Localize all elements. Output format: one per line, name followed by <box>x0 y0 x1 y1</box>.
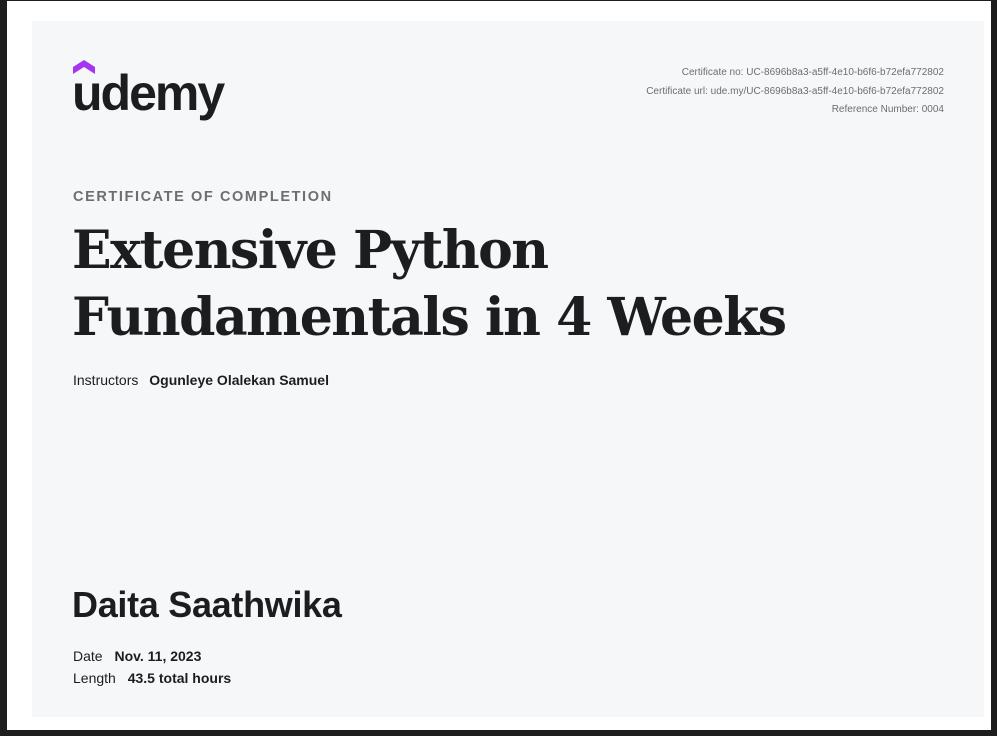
certificate-number: Certificate no: UC-8696b8a3-a5ff-4e10-b6… <box>681 67 944 78</box>
date-row: Date Nov. 11, 2023 <box>73 648 201 664</box>
length-label: Length <box>73 670 116 686</box>
instructors: Instructors Ogunleye Olalekan Samuel <box>73 372 329 388</box>
certificate-kicker: CERTIFICATE OF COMPLETION <box>73 189 333 205</box>
document-frame: udemy Certificate no: UC-8696b8a3-a5ff-4… <box>0 0 997 736</box>
course-title-line-1: Extensive Python <box>72 220 549 281</box>
instructors-label: Instructors <box>73 372 139 388</box>
course-title-line-2: Fundamentals in 4 Weeks <box>72 287 787 348</box>
length-row: Length 43.5 total hours <box>73 670 231 686</box>
reference-number: Reference Number: 0004 <box>831 104 944 115</box>
date-value: Nov. 11, 2023 <box>114 648 202 664</box>
instructors-value: Ogunleye Olalekan Samuel <box>149 372 329 388</box>
date-label: Date <box>73 648 103 664</box>
certificate-url: Certificate url: ude.my/UC-8696b8a3-a5ff… <box>646 85 944 97</box>
recipient-name: Daita Saathwika <box>72 584 342 625</box>
udemy-logo: udemy <box>72 57 242 121</box>
length-value: 43.5 total hours <box>127 670 232 686</box>
certificate-meta: Certificate no: UC-8696b8a3-a5ff-4e10-b6… <box>646 64 944 120</box>
certificate: udemy Certificate no: UC-8696b8a3-a5ff-4… <box>32 21 984 717</box>
brand-wordmark: udemy <box>72 65 225 121</box>
course-title: Extensive Python Fundamentals in 4 Weeks <box>72 217 892 351</box>
